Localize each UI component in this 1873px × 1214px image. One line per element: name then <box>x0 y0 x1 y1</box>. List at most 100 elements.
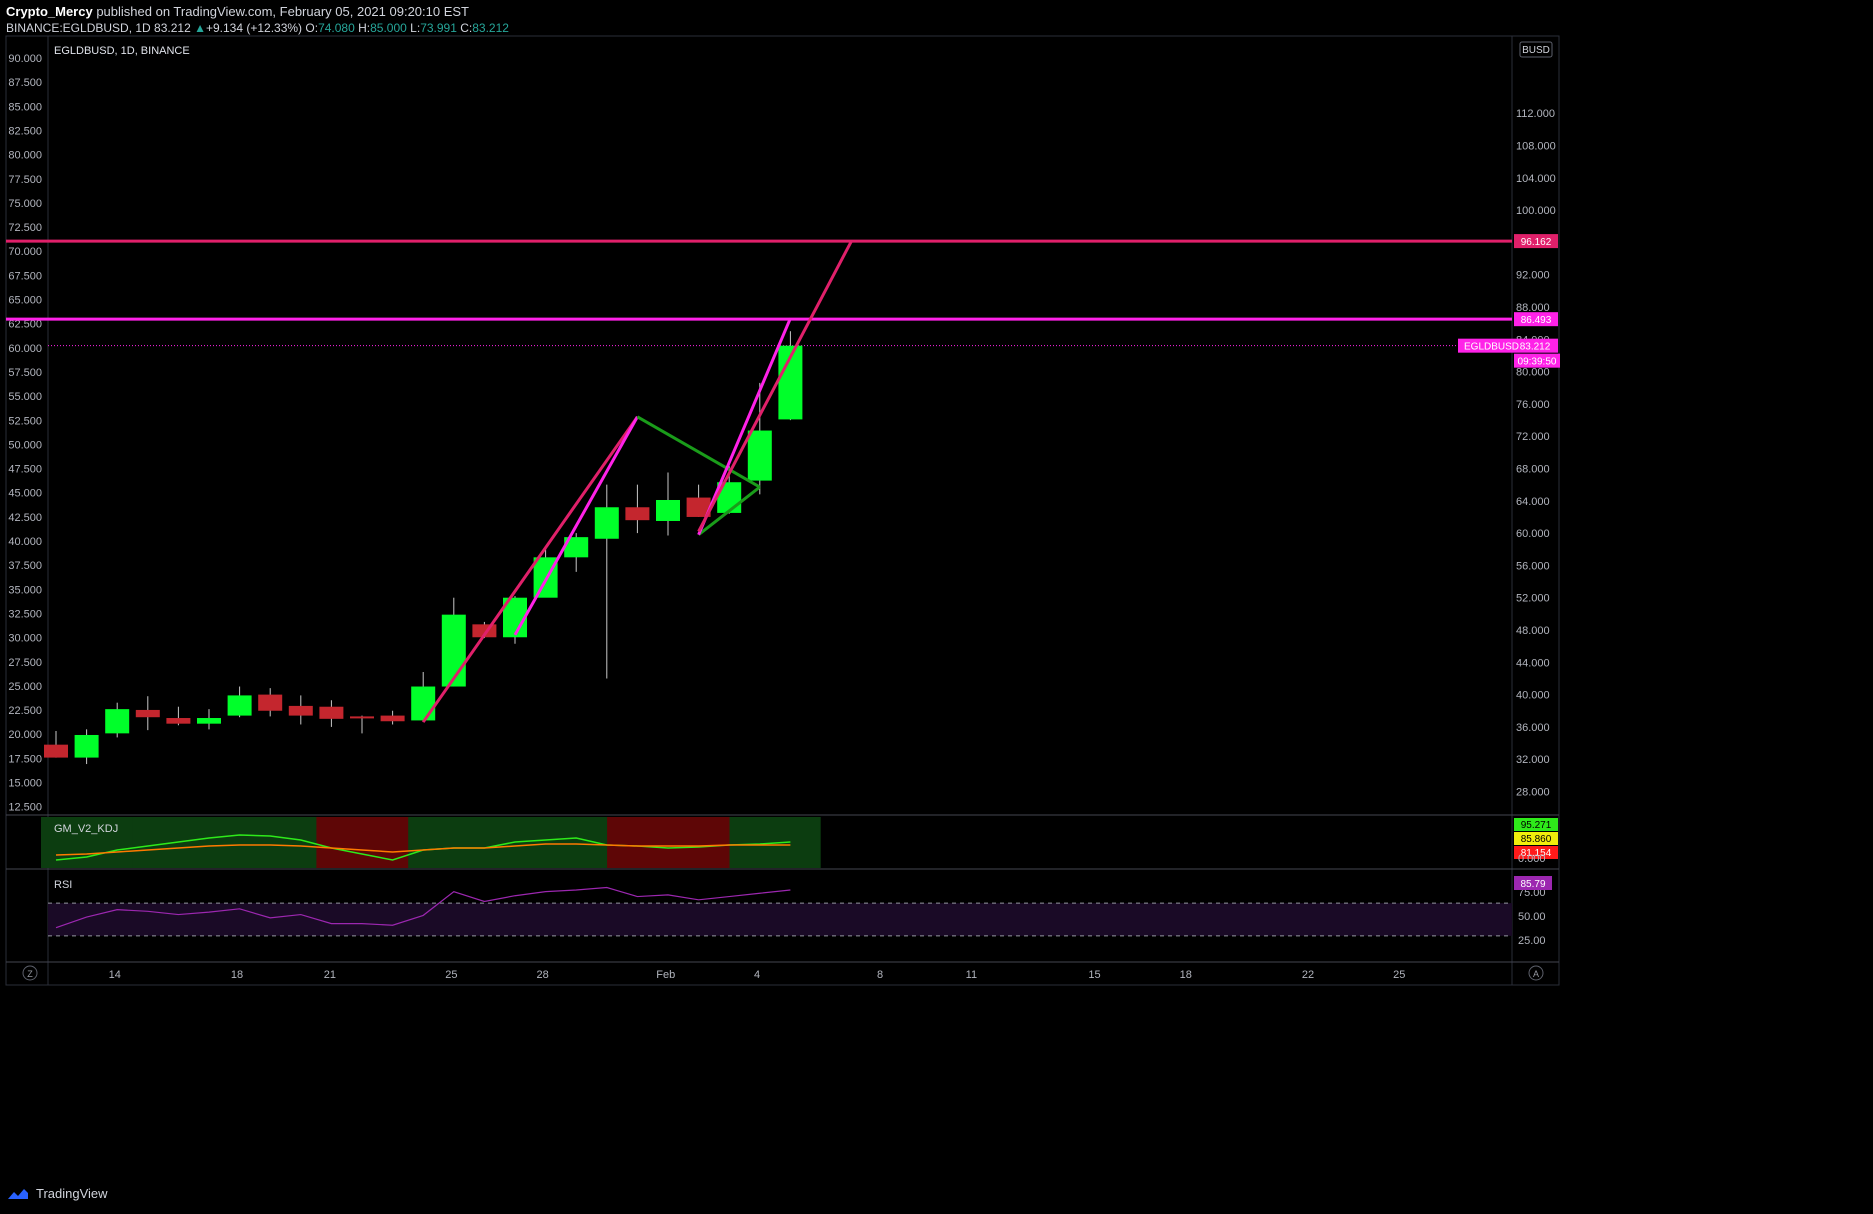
left-axis-tick: 17.500 <box>8 753 42 765</box>
right-axis-tick: 80.000 <box>1516 367 1550 379</box>
rsi-axis-tick: 25.00 <box>1518 935 1546 947</box>
level-price-label: 86.493 <box>1521 315 1552 326</box>
left-axis-tick: 27.500 <box>8 657 42 669</box>
right-axis-tick: 48.000 <box>1516 625 1550 637</box>
candle-up[interactable] <box>197 718 221 724</box>
left-axis-tick: 80.000 <box>8 150 42 162</box>
trend-line[interactable] <box>697 240 853 533</box>
trend-line[interactable] <box>513 416 639 636</box>
time-axis-tick: 28 <box>537 969 549 981</box>
left-axis-tick: 37.500 <box>8 560 42 572</box>
right-axis-tick: 76.000 <box>1516 399 1550 411</box>
tradingview-logo-icon <box>8 1188 28 1199</box>
candle-down[interactable] <box>319 706 344 719</box>
candle-up[interactable] <box>656 499 680 521</box>
candle-down[interactable] <box>135 709 160 718</box>
candle-down[interactable] <box>380 715 405 722</box>
right-axis-tick: 100.000 <box>1516 205 1556 217</box>
time-axis-tick: 25 <box>1393 969 1405 981</box>
kdj-name: GM_V2_KDJ <box>54 823 118 835</box>
candle-up[interactable] <box>441 614 466 687</box>
right-axis-tick: 72.000 <box>1516 431 1550 443</box>
rsi-axis-tick: 50.00 <box>1518 911 1546 923</box>
candle-down[interactable] <box>288 705 313 716</box>
right-axis-tick: 32.000 <box>1516 754 1550 766</box>
left-axis-tick: 50.000 <box>8 439 42 451</box>
left-axis-tick: 72.500 <box>8 222 42 234</box>
kdj-zero-tick: 0.000 <box>1518 853 1546 865</box>
rsi-name: RSI <box>54 879 72 891</box>
left-axis-tick: 15.000 <box>8 778 42 790</box>
left-axis-tick: 47.500 <box>8 464 42 476</box>
time-axis-tick: 8 <box>877 969 883 981</box>
time-axis-tick: 18 <box>231 969 243 981</box>
time-axis-tick: 18 <box>1180 969 1192 981</box>
candle-down[interactable] <box>625 507 650 521</box>
left-axis-tick: 35.000 <box>8 584 42 596</box>
left-axis-tick: 30.000 <box>8 633 42 645</box>
left-axis-tick: 75.000 <box>8 198 42 210</box>
left-axis-tick: 22.500 <box>8 705 42 717</box>
left-axis-tick: 67.500 <box>8 270 42 282</box>
currency-label: BUSD <box>1522 45 1550 56</box>
chart-title: EGLDBUSD, 1D, BINANCE <box>54 45 190 57</box>
left-axis-tick: 40.000 <box>8 536 42 548</box>
left-axis-tick: 60.000 <box>8 343 42 355</box>
time-axis-tick: 25 <box>445 969 457 981</box>
footer-brand[interactable]: TradingView <box>36 1186 108 1201</box>
kdj-value-label: 95.271 <box>1521 820 1552 831</box>
rsi-band <box>48 903 1512 936</box>
time-axis-tick: 15 <box>1088 969 1100 981</box>
left-axis-tick: 65.000 <box>8 295 42 307</box>
candle-up[interactable] <box>74 734 99 758</box>
candle-down[interactable] <box>350 716 374 719</box>
right-axis-tick: 60.000 <box>1516 528 1550 540</box>
kdj-value-label: 85.860 <box>1521 834 1552 845</box>
left-axis-tick: 82.500 <box>8 125 42 137</box>
left-axis-tick: 55.000 <box>8 391 42 403</box>
price-chart[interactable]: EGLDBUSD, 1D, BINANCE BUSD 90.000 87.500 85.… <box>0 0 1873 1214</box>
time-axis-tick: Feb <box>656 969 675 981</box>
footer: TradingView <box>6 1186 108 1201</box>
time-axis-tick: 21 <box>324 969 336 981</box>
last-price-symbol: EGLDBUSD <box>1464 342 1519 353</box>
candle-up[interactable] <box>594 507 619 539</box>
left-axis-tick: 20.000 <box>8 729 42 741</box>
left-axis-tick: 45.000 <box>8 488 42 500</box>
time-axis-tick: 4 <box>754 969 760 981</box>
left-axis-tick: 57.500 <box>8 367 42 379</box>
right-axis-tick: 36.000 <box>1516 722 1550 734</box>
kdj-zone <box>132 817 347 868</box>
left-axis-tick: 25.000 <box>8 681 42 693</box>
right-axis-tick: 52.000 <box>1516 593 1550 605</box>
right-axis-tick: 112.000 <box>1516 108 1555 120</box>
left-axis-tick: 90.000 <box>8 53 42 65</box>
candle-down[interactable] <box>44 744 68 758</box>
right-axis-tick: 40.000 <box>1516 690 1550 702</box>
auto-scale-button-label: A <box>1533 969 1539 979</box>
left-axis-tick: 77.500 <box>8 174 42 186</box>
right-axis-tick: 104.000 <box>1516 173 1556 185</box>
candle-up[interactable] <box>227 695 252 716</box>
countdown-label: 09:39:50 <box>1518 357 1557 368</box>
left-axis-tick: 70.000 <box>8 246 42 258</box>
candle-up[interactable] <box>105 709 130 734</box>
zoom-button-label: Z <box>27 969 33 979</box>
trend-line[interactable] <box>421 415 639 723</box>
last-price-value: 83.212 <box>1520 342 1551 353</box>
time-axis-tick: 11 <box>966 969 977 981</box>
candle-down[interactable] <box>166 718 191 724</box>
left-axis-tick: 32.500 <box>8 608 42 620</box>
left-axis-tick: 87.500 <box>8 77 42 89</box>
right-axis-tick: 28.000 <box>1516 787 1550 799</box>
right-axis-tick: 64.000 <box>1516 496 1550 508</box>
left-axis-tick: 85.000 <box>8 101 42 113</box>
candle-down[interactable] <box>258 694 283 711</box>
time-axis-tick: 22 <box>1302 969 1314 981</box>
candle-up[interactable] <box>747 430 772 481</box>
right-axis-tick: 108.000 <box>1516 141 1556 153</box>
time-axis-tick: 14 <box>109 969 121 981</box>
right-axis-tick: 68.000 <box>1516 464 1550 476</box>
left-axis-tick: 52.500 <box>8 415 42 427</box>
candle-up[interactable] <box>411 686 436 721</box>
